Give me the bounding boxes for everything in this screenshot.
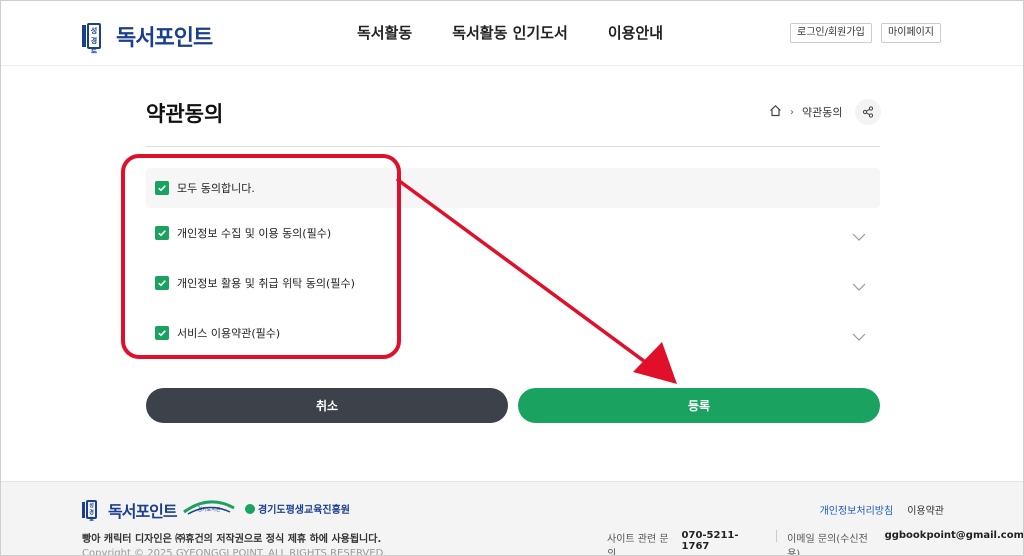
footer-logo[interactable]: 성경로 독서포인트 — [82, 498, 178, 523]
site-logo[interactable]: 성경로 독서포인트 — [82, 20, 213, 55]
book-logo-icon: 성경로 — [82, 23, 112, 55]
title-divider — [146, 146, 880, 147]
page-title: 약관동의 — [146, 102, 224, 126]
chevron-right-icon: › — [790, 106, 794, 118]
main-nav: 독서활동 독서활동 인기도서 이용안내 — [357, 22, 703, 43]
submit-button[interactable]: 등록 — [518, 388, 880, 423]
email-label: 이메일 문의(수신전용) — [787, 534, 868, 556]
home-icon[interactable] — [769, 104, 782, 120]
nav-item-guide[interactable]: 이용안내 — [608, 22, 663, 43]
gile-mark-icon — [245, 503, 255, 514]
site-contact-label: 사이트 관련 문의 — [607, 534, 669, 556]
contact-email[interactable]: ggbookpoint@gmail.com — [885, 530, 1024, 556]
login-signup-button[interactable]: 로그인/회원가입 — [790, 23, 872, 43]
footer-notice: 빵아 캐릭터 디자인은 ㈜휴건의 저작권으로 정식 제휴 하에 사용됩니다. — [82, 534, 382, 545]
annotation-highlight-box — [121, 154, 401, 359]
footer-copyright: Copyright © 2025 GYEONGGI POINT. ALL RIG… — [82, 548, 387, 556]
chevron-down-icon[interactable] — [852, 227, 866, 246]
nav-item-reading-activity[interactable]: 독서활동 — [357, 22, 412, 43]
cancel-button[interactable]: 취소 — [146, 388, 508, 423]
chevron-down-icon[interactable] — [852, 277, 866, 296]
site-header: 성경로 독서포인트 독서활동 독서활동 인기도서 이용안내 로그인/회원가입 마… — [0, 0, 1024, 66]
footer-links: 개인정보처리방침 이용약관 — [806, 502, 944, 517]
footer-contact: 사이트 관련 문의 070-5211-1767 이메일 문의(수신전용) ggb… — [607, 530, 1024, 556]
terms-link[interactable]: 이용약관 — [907, 502, 944, 517]
site-footer: 성경로 독서포인트 경기도서관 경기도평생교육진흥원 개인정보처리방침 이용약관… — [0, 481, 1024, 556]
footer-divider — [776, 530, 778, 542]
gile-logo: 경기도평생교육진흥원 — [245, 501, 350, 516]
breadcrumb-current: 약관동의 — [802, 106, 843, 119]
chevron-down-icon[interactable] — [852, 327, 866, 346]
share-icon — [862, 103, 874, 122]
logo-text: 독서포인트 — [116, 26, 213, 51]
nav-item-popular-books[interactable]: 독서활동 인기도서 — [452, 22, 568, 43]
site-contact-phone: 070-5211-1767 — [681, 530, 739, 552]
share-button[interactable] — [855, 99, 881, 125]
svg-text:경기도서관: 경기도서관 — [197, 506, 220, 513]
mypage-button[interactable]: 마이페이지 — [881, 23, 941, 43]
privacy-policy-link[interactable]: 개인정보처리방침 — [820, 502, 894, 517]
gyeonggi-library-logo: 경기도서관 — [182, 496, 236, 518]
breadcrumb: › 약관동의 — [769, 104, 842, 120]
book-logo-icon: 성경로 — [82, 500, 104, 523]
